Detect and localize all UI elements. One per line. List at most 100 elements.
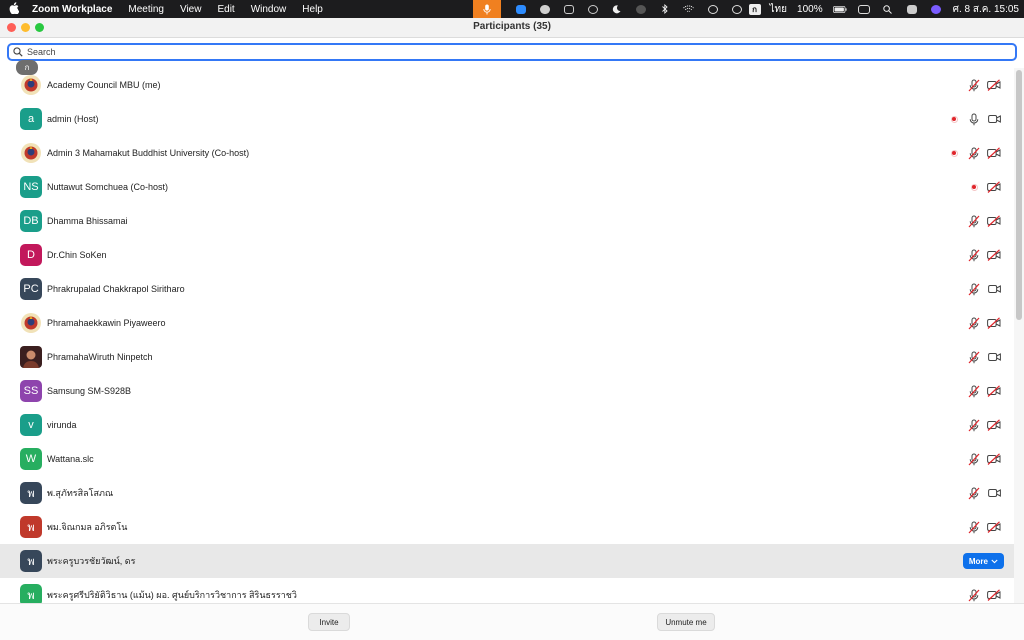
- apple-icon[interactable]: [0, 1, 28, 17]
- participant-row[interactable]: พ พระครูศรีปริยัติวิธาน (แม้น) ผอ. ศูนย์บ…: [0, 578, 1014, 603]
- microphone-muted-icon[interactable]: [964, 238, 984, 272]
- participant-row[interactable]: Admin 3 Mahamakut Buddhist University (C…: [0, 136, 1014, 170]
- microphone-muted-icon[interactable]: [964, 204, 984, 238]
- more-button[interactable]: More: [962, 553, 1004, 569]
- wifi-icon[interactable]: [682, 4, 696, 14]
- spotlight-search-icon[interactable]: [881, 4, 895, 14]
- microphone-muted-icon[interactable]: [964, 374, 984, 408]
- screen-icon[interactable]: [562, 4, 576, 14]
- search-field[interactable]: [7, 43, 1017, 61]
- video-camera-off-icon[interactable]: [984, 442, 1004, 476]
- menu-window[interactable]: Window: [243, 4, 295, 15]
- video-camera-off-icon[interactable]: [984, 408, 1004, 442]
- participants-list[interactable]: Academy Council MBU (me) a admin (Host) Adm…: [0, 68, 1014, 603]
- microphone-muted-icon[interactable]: [964, 442, 984, 476]
- user-icon[interactable]: [730, 4, 744, 14]
- microphone-muted-icon[interactable]: [964, 272, 984, 306]
- participant-row[interactable]: PhramahaWiruth Ninpetch: [0, 340, 1014, 374]
- line-icon[interactable]: [538, 4, 552, 14]
- video-camera-off-icon[interactable]: [984, 510, 1004, 544]
- window-titlebar: Participants (35): [0, 18, 1024, 38]
- menu-meeting[interactable]: Meeting: [120, 4, 172, 15]
- window-title: Participants (35): [473, 21, 551, 32]
- menu-help[interactable]: Help: [294, 4, 331, 15]
- participant-controls: [964, 238, 1004, 272]
- battery-icon[interactable]: [832, 4, 847, 14]
- input-source-icon[interactable]: ก: [748, 3, 761, 15]
- participant-name: Admin 3 Mahamakut Buddhist University (C…: [47, 148, 250, 158]
- zoom-icon[interactable]: [514, 4, 528, 14]
- participant-row[interactable]: พ พม.จิณกมล อภิรตโน: [0, 510, 1014, 544]
- microphone-muted-icon[interactable]: [964, 476, 984, 510]
- video-camera-off-icon[interactable]: [984, 306, 1004, 340]
- participant-row[interactable]: Academy Council MBU (me): [0, 68, 1014, 102]
- globe-icon[interactable]: [634, 4, 648, 14]
- menu-edit[interactable]: Edit: [209, 4, 242, 15]
- participant-row[interactable]: a admin (Host): [0, 102, 1014, 136]
- participant-row[interactable]: Phramahaekkawin Piyaweero: [0, 306, 1014, 340]
- microphone-muted-icon[interactable]: [964, 340, 984, 374]
- video-camera-off-icon[interactable]: [984, 204, 1004, 238]
- unmute-me-button[interactable]: Unmute me: [657, 613, 715, 631]
- recording-icon: [964, 183, 984, 191]
- participant-row[interactable]: W Wattana.slc: [0, 442, 1014, 476]
- menu-app-name[interactable]: Zoom Workplace: [28, 4, 120, 15]
- search-icon: [13, 47, 23, 57]
- video-camera-icon[interactable]: [984, 102, 1004, 136]
- microphone-muted-icon[interactable]: [964, 578, 984, 603]
- participant-controls: More: [962, 544, 1004, 578]
- video-camera-icon[interactable]: [984, 272, 1004, 306]
- participant-row[interactable]: SS Samsung SM-S928B: [0, 374, 1014, 408]
- list-scrollbar[interactable]: [1014, 68, 1024, 603]
- chevron-down-icon: [991, 559, 998, 563]
- avatar: NS: [20, 176, 42, 198]
- participant-name: พม.จิณกมล อภิรตโน: [47, 522, 128, 532]
- input-language[interactable]: ไทย: [765, 2, 792, 17]
- participant-controls: [964, 306, 1004, 340]
- bluetooth-icon[interactable]: [658, 4, 672, 14]
- play-icon[interactable]: [706, 4, 720, 14]
- control-center-icon[interactable]: [905, 4, 919, 14]
- info-icon[interactable]: [586, 4, 600, 14]
- microphone-muted-icon[interactable]: [964, 136, 984, 170]
- scrollbar-thumb[interactable]: [1016, 70, 1022, 320]
- avatar: W: [20, 448, 42, 470]
- avatar: v: [20, 414, 42, 436]
- video-camera-off-icon[interactable]: [984, 170, 1004, 204]
- video-camera-icon[interactable]: [984, 476, 1004, 510]
- participant-row[interactable]: DB Dhamma Bhissamai: [0, 204, 1014, 238]
- moon-icon[interactable]: [610, 4, 624, 14]
- video-camera-icon[interactable]: [984, 340, 1004, 374]
- participant-row[interactable]: v virunda: [0, 408, 1014, 442]
- microphone-muted-icon[interactable]: [964, 306, 984, 340]
- participant-name: PhramahaWiruth Ninpetch: [47, 352, 153, 362]
- participant-name: Wattana.slc: [47, 454, 94, 464]
- participant-row[interactable]: D Dr.Chin SoKen: [0, 238, 1014, 272]
- avatar: [20, 74, 42, 96]
- participant-name: virunda: [47, 420, 77, 430]
- menubar-clock[interactable]: ศ. 8 ส.ค. 15:05: [948, 2, 1024, 17]
- microphone-icon[interactable]: [964, 102, 984, 136]
- microphone-muted-icon[interactable]: [964, 68, 984, 102]
- microphone-muted-icon[interactable]: [964, 408, 984, 442]
- participant-row[interactable]: PC Phrakrupalad Chakkrapol Siritharo: [0, 272, 1014, 306]
- invite-button[interactable]: Invite: [308, 613, 350, 631]
- siri-icon[interactable]: [929, 4, 943, 14]
- microphone-muted-icon[interactable]: [964, 510, 984, 544]
- recording-icon: [944, 115, 964, 123]
- participant-controls: [964, 272, 1004, 306]
- video-camera-off-icon[interactable]: [984, 68, 1004, 102]
- link-icon[interactable]: [857, 4, 871, 14]
- participant-row[interactable]: พ พ.สุภัทรสิลโสภณ: [0, 476, 1014, 510]
- participant-row[interactable]: NS Nuttawut Somchuea (Co-host): [0, 170, 1014, 204]
- participant-row[interactable]: พ พระครูบวรชัยวัฒน์, ดร More: [0, 544, 1014, 578]
- video-camera-off-icon[interactable]: [984, 136, 1004, 170]
- video-camera-off-icon[interactable]: [984, 578, 1004, 603]
- menubar-status-area: ก ไทย 100% ศ. 8 ส.ค. 15:05: [472, 0, 1024, 18]
- search-input[interactable]: [27, 47, 987, 57]
- video-camera-off-icon[interactable]: [984, 238, 1004, 272]
- participant-name: พระครูศรีปริยัติวิธาน (แม้น) ผอ. ศูนย์บร…: [47, 590, 297, 600]
- menu-view[interactable]: View: [172, 4, 210, 15]
- video-camera-off-icon[interactable]: [984, 374, 1004, 408]
- mic-in-use-icon[interactable]: [472, 0, 501, 18]
